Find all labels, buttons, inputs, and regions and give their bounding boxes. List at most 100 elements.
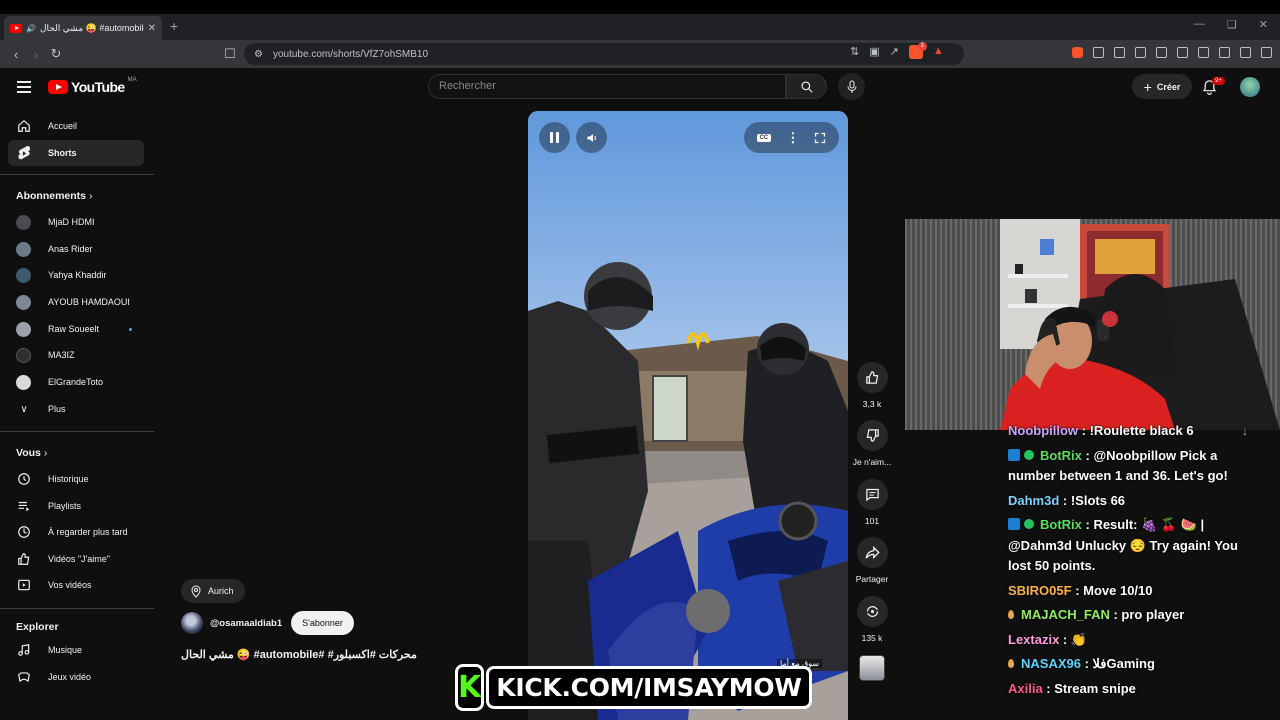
remix-icon	[866, 606, 878, 617]
music-extension-icon[interactable]	[1135, 47, 1146, 58]
sidebar-item-watch-later[interactable]: À regarder plus tard	[8, 519, 144, 545]
chat-username[interactable]: MAJACH_FAN	[1021, 607, 1110, 622]
minimize-icon[interactable]: —	[1194, 18, 1205, 31]
plus-icon: +	[1143, 78, 1152, 95]
wallet-icon[interactable]	[1177, 47, 1188, 58]
browser-tab[interactable]: 🔊 مشي الحال 😜 #automobile‏ (255) ✕	[4, 16, 162, 40]
chat-username[interactable]: BotRix	[1040, 517, 1082, 532]
browser-tab-bar: 🔊 مشي الحال 😜 #automobile‏ (255) ✕ + — ❑…	[0, 14, 1280, 40]
site-info-icon[interactable]: ⚙	[254, 49, 263, 60]
chat-username[interactable]: NASAX96	[1021, 656, 1081, 671]
sidebar-item-playlists[interactable]: Playlists	[8, 493, 144, 519]
share-button[interactable]	[856, 537, 888, 568]
you-heading[interactable]: Vous ›	[16, 447, 47, 459]
remix-action[interactable]: 135 k	[851, 596, 893, 643]
menu-hamburger-icon[interactable]	[17, 81, 31, 96]
youtube-logo[interactable]: YouTube MA	[48, 77, 137, 95]
sidebar-item-home[interactable]: Accueil	[8, 113, 144, 139]
account-avatar[interactable]	[1240, 77, 1260, 97]
pause-button[interactable]	[539, 122, 570, 153]
sidebar-item-shorts[interactable]: Shorts	[8, 140, 144, 166]
sidebar-item-gaming[interactable]: Jeux vidéo	[8, 664, 144, 690]
search-input[interactable]: Rechercher	[428, 74, 786, 99]
cast-icon[interactable]: ▣	[869, 45, 879, 59]
sidebar-sub-mjad-hdmi[interactable]: MjaD HDMI	[8, 209, 144, 235]
sidebar-sub-ma3iz[interactable]: MA3IZ	[8, 342, 144, 368]
sidebar-divider	[0, 174, 154, 175]
chat-username[interactable]: Axilia	[1008, 681, 1043, 696]
window-controls: — ❑ ✕	[1194, 18, 1268, 31]
top-strip	[0, 0, 1280, 14]
share-action[interactable]: Partager	[851, 537, 893, 584]
subscriptions-heading[interactable]: Abonnements ›	[16, 190, 92, 202]
extension-fox-icon[interactable]	[1072, 47, 1083, 58]
brave-shields-icon[interactable]: 1	[908, 42, 927, 59]
search-button[interactable]	[786, 74, 827, 99]
maximize-icon[interactable]: ❑	[1227, 18, 1237, 31]
back-icon[interactable]: ‹	[6, 47, 26, 62]
sidebar-item-more[interactable]: ∨ Plus	[8, 396, 144, 422]
voice-search-button[interactable]	[838, 73, 865, 100]
sidebar-item-your-videos[interactable]: Vos vidéos	[8, 572, 144, 598]
translate-icon[interactable]: ⇅	[850, 45, 859, 59]
more-options-icon[interactable]: ⋮	[786, 130, 799, 146]
like-button[interactable]	[856, 362, 888, 393]
watch-later-icon	[16, 524, 32, 540]
short-title: مشي الحال 😜 #automobile# #محركات #اكسبلو…	[181, 649, 417, 661]
tab-close-icon[interactable]: ✕	[148, 23, 156, 34]
remix-button[interactable]	[856, 596, 888, 627]
new-tab-icon[interactable]: +	[170, 18, 178, 34]
chat-username[interactable]: Dahm3d	[1008, 493, 1059, 508]
chat-username[interactable]: SBIRO05F	[1008, 583, 1072, 598]
comments-action[interactable]: 101	[851, 479, 893, 526]
kick-logo: K	[455, 664, 485, 711]
music-icon	[16, 642, 32, 658]
location-chip[interactable]: Aurich	[181, 579, 245, 603]
chat-username[interactable]: BotRix	[1040, 448, 1082, 463]
subscribe-button[interactable]: S'abonner	[291, 611, 354, 635]
volume-button[interactable]	[576, 122, 607, 153]
sidebar-sub-elgrandetoto[interactable]: ElGrandeToto	[8, 369, 144, 395]
like-action[interactable]: 3,3 k	[851, 362, 893, 409]
sidebar-icon[interactable]	[1156, 47, 1167, 58]
chat-username[interactable]: Lextazix	[1008, 632, 1059, 647]
comments-button[interactable]	[856, 479, 888, 510]
chat-username[interactable]: Noobpillow	[1008, 423, 1078, 438]
sidebar-item-music[interactable]: Musique	[8, 637, 144, 663]
chat-text: : فلاGaming	[1080, 656, 1155, 671]
audio-thumbnail[interactable]	[859, 655, 885, 681]
sidebar-item-liked-videos[interactable]: Vidéos "J'aime"	[8, 546, 144, 572]
brave-rewards-icon[interactable]: ▲	[933, 45, 944, 59]
close-window-icon[interactable]: ✕	[1259, 18, 1268, 31]
brave-icon[interactable]	[1240, 47, 1251, 58]
volume-icon	[587, 133, 596, 142]
sidebar-sub-yahya-khaddir[interactable]: Yahya Khaddir	[8, 262, 144, 288]
extension-window-icon[interactable]	[1114, 47, 1125, 58]
scroll-down-icon[interactable]: ↓	[1236, 424, 1254, 442]
sidebar-sub-ayoub-hamdaoui[interactable]: AYOUB HAMDAOUI	[8, 289, 144, 315]
captions-icon[interactable]: CC	[756, 133, 772, 142]
chat-message: BotRix : @Noobpillow Pick a number betwe…	[1008, 446, 1262, 487]
address-bar: ‹ › ↻ ☐ ⚙ youtube.com/shorts/VfZ7ohSMB10…	[0, 40, 1280, 68]
menu-icon[interactable]	[1261, 47, 1272, 58]
share-icon[interactable]: ↗	[890, 45, 899, 59]
extension-puzzle-icon[interactable]	[1093, 47, 1104, 58]
sidebar-item-history[interactable]: Historique	[8, 466, 144, 492]
channel-avatar	[16, 214, 31, 230]
bookmark-icon[interactable]: ☐	[220, 46, 240, 62]
create-button[interactable]: + Créer	[1132, 74, 1192, 99]
explore-heading: Explorer	[16, 621, 59, 633]
dislike-action[interactable]: Je n'aim...	[851, 420, 893, 467]
forward-icon[interactable]: ›	[26, 47, 46, 62]
reload-icon[interactable]: ↻	[46, 46, 66, 62]
youtube-header: YouTube MA Rechercher + Créer 9+	[0, 68, 1280, 106]
channel-avatar[interactable]	[181, 612, 203, 634]
dislike-button[interactable]	[856, 420, 888, 451]
sidebar-sub-raw-soueelt[interactable]: Raw Soueelt	[8, 316, 144, 342]
sidebar-sub-anas-rider[interactable]: Anas Rider	[8, 236, 144, 262]
vpn-icon[interactable]	[1219, 47, 1230, 58]
fullscreen-icon[interactable]	[814, 132, 826, 144]
channel-handle[interactable]: @osamaaldiab1	[210, 618, 282, 629]
leo-icon[interactable]	[1198, 47, 1209, 58]
short-video-player[interactable]: CC ⋮ سوق مع أما	[528, 111, 848, 720]
